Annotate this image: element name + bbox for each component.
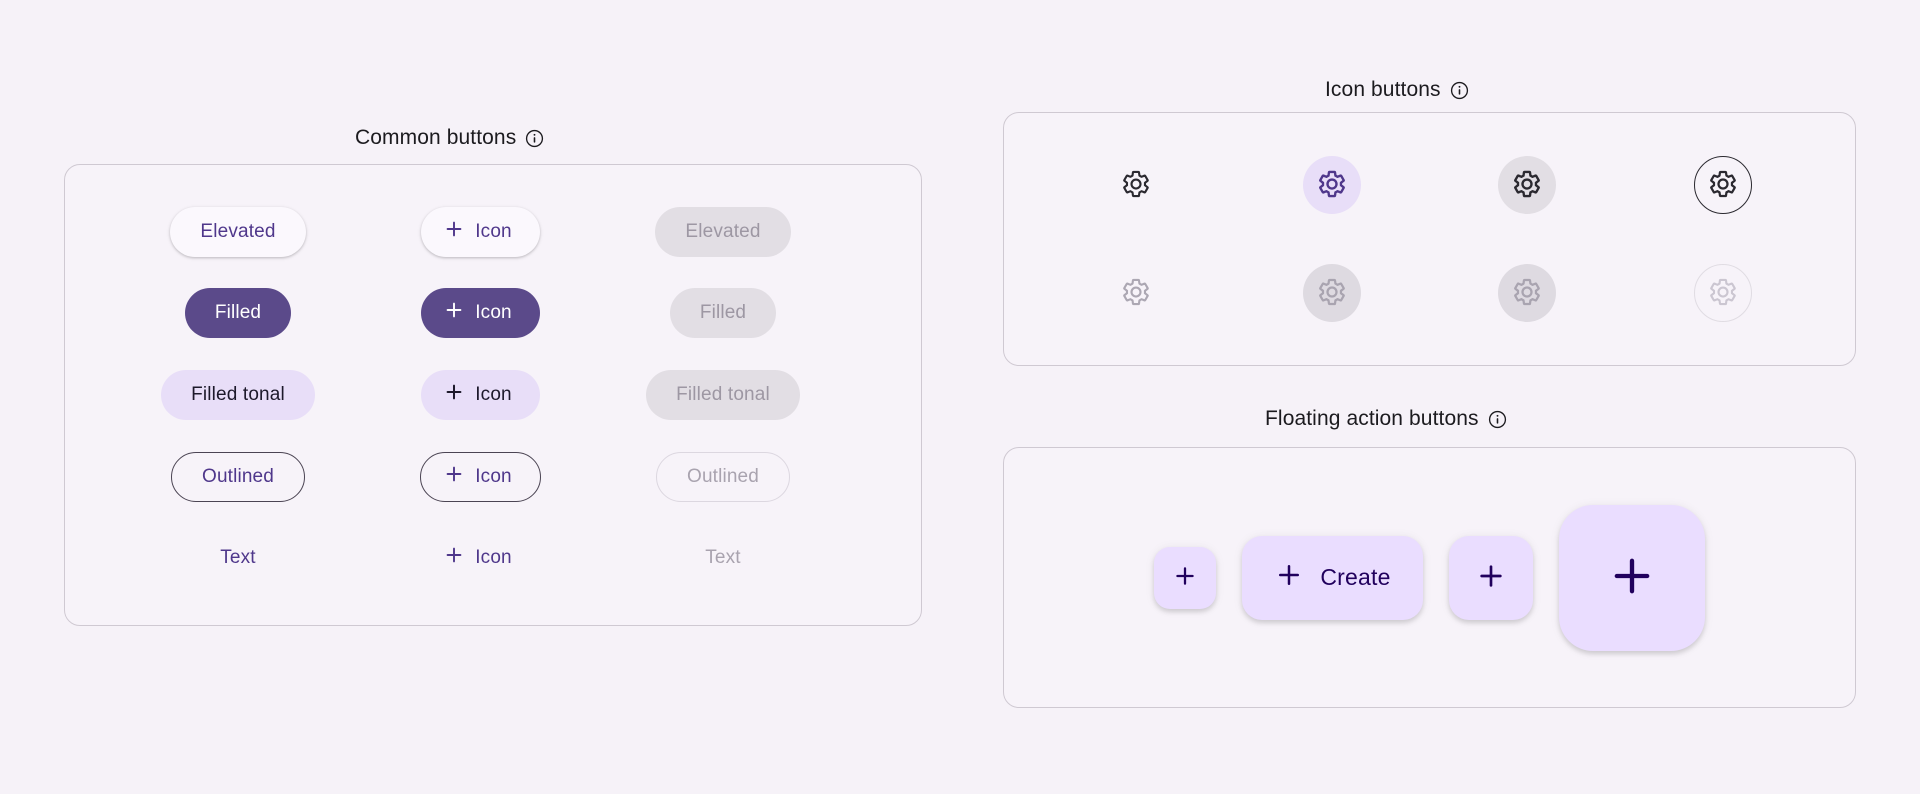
text-button[interactable]: Text	[206, 533, 269, 583]
icon-buttons-card	[1003, 112, 1856, 366]
fab-section-title: Floating action buttons	[1265, 407, 1507, 431]
elevated-icon-button[interactable]: Icon	[421, 206, 540, 257]
text-icon-button-label: Icon	[475, 547, 512, 569]
common-buttons-title-label: Common buttons	[355, 126, 517, 149]
text-button-label: Text	[220, 547, 256, 569]
icon-button-standard[interactable]	[1107, 156, 1165, 214]
buttons-showcase-canvas: Common buttons Elevated Icon Elevated Fi…	[0, 0, 1920, 794]
fab-section-title-label: Floating action buttons	[1265, 407, 1479, 430]
filled-button-disabled: Filled	[669, 288, 777, 339]
fab-extended-create[interactable]: Create	[1242, 535, 1423, 620]
filled-tonal-icon-button-label: Icon	[475, 383, 512, 405]
fab-small[interactable]	[1154, 546, 1217, 609]
icon-buttons-title: Icon buttons	[1325, 78, 1469, 102]
gear-icon	[1512, 169, 1542, 202]
common-buttons-card: Elevated Icon Elevated Filled Icon Fille…	[64, 164, 922, 626]
text-button-disabled-label: Text	[705, 547, 741, 569]
gear-icon	[1317, 277, 1347, 310]
filled-icon-button-label: Icon	[475, 302, 512, 324]
filled-button-disabled-label: Filled	[699, 302, 747, 324]
filled-tonal-button-label: Filled tonal	[191, 383, 285, 405]
filled-tonal-button-disabled: Filled tonal	[646, 369, 800, 420]
fab-row: Create	[1004, 448, 1855, 707]
filled-button[interactable]: Filled	[184, 288, 292, 339]
filled-button-label: Filled	[214, 302, 262, 324]
gear-icon	[1121, 169, 1151, 202]
fab-extended-label: Create	[1320, 564, 1391, 590]
filled-tonal-icon-button[interactable]: Icon	[421, 369, 540, 420]
plus-icon	[443, 463, 465, 491]
icon-buttons-grid	[1004, 113, 1855, 365]
gear-icon	[1708, 169, 1738, 202]
plus-icon	[1606, 550, 1658, 605]
text-icon-button[interactable]: Icon	[421, 533, 540, 583]
gear-icon	[1121, 277, 1151, 310]
icon-button-outlined-disabled	[1694, 264, 1753, 322]
fab-regular[interactable]	[1448, 535, 1533, 620]
outlined-button[interactable]: Outlined	[171, 451, 305, 502]
elevated-button-disabled-label: Elevated	[685, 220, 761, 242]
icon-button-filled-tonal[interactable]	[1498, 156, 1557, 214]
filled-icon-button[interactable]: Icon	[421, 288, 540, 339]
plus-icon	[1274, 560, 1304, 596]
icon-button-outlined[interactable]	[1694, 156, 1753, 214]
fab-card: Create	[1003, 447, 1856, 708]
plus-icon	[443, 299, 465, 327]
common-buttons-title: Common buttons	[355, 126, 544, 150]
plus-icon	[1475, 560, 1507, 595]
elevated-icon-button-label: Icon	[475, 220, 512, 242]
filled-tonal-button-disabled-label: Filled tonal	[676, 383, 770, 405]
icon-button-filled-tonal-disabled	[1498, 264, 1557, 322]
common-buttons-grid: Elevated Icon Elevated Filled Icon Fille…	[65, 165, 921, 625]
outlined-button-disabled-label: Outlined	[687, 465, 759, 487]
plus-icon	[1172, 563, 1198, 592]
outlined-button-label: Outlined	[202, 465, 274, 487]
elevated-button-disabled: Elevated	[655, 206, 791, 257]
fab-large[interactable]	[1558, 504, 1705, 651]
icon-button-standard-disabled	[1107, 264, 1165, 322]
gear-icon	[1512, 277, 1542, 310]
icon-buttons-title-label: Icon buttons	[1325, 78, 1441, 101]
elevated-button-label: Elevated	[200, 220, 276, 242]
outlined-button-disabled: Outlined	[656, 451, 790, 502]
outlined-icon-button[interactable]: Icon	[420, 451, 541, 502]
icon-button-filled[interactable]	[1302, 156, 1361, 214]
outlined-icon-button-label: Icon	[475, 465, 512, 487]
filled-tonal-button[interactable]: Filled tonal	[161, 369, 315, 420]
gear-icon	[1317, 169, 1347, 202]
elevated-button[interactable]: Elevated	[170, 206, 306, 257]
plus-icon	[443, 544, 465, 572]
icon-button-filled-disabled	[1302, 264, 1361, 322]
info-circle-icon[interactable]	[1450, 81, 1469, 100]
info-circle-icon[interactable]	[1488, 410, 1507, 429]
gear-icon	[1708, 277, 1738, 310]
plus-icon	[443, 218, 465, 246]
text-button-disabled: Text	[691, 533, 754, 583]
info-circle-icon[interactable]	[525, 129, 544, 148]
plus-icon	[443, 381, 465, 409]
